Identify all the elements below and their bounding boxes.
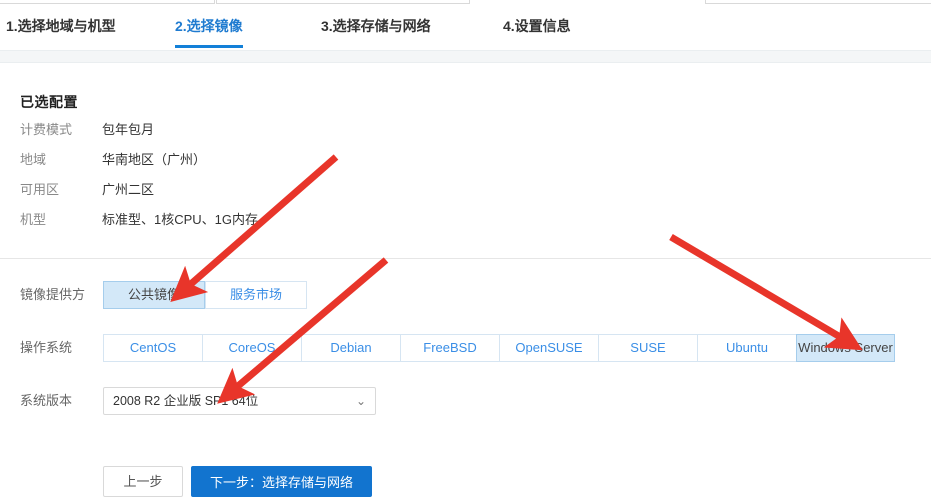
- next-step-button[interactable]: 下一步：选择存储与网络: [191, 466, 373, 497]
- clipped-strip-segment: [216, 0, 470, 4]
- previous-step-button[interactable]: 上一步: [103, 466, 183, 497]
- summary-key: 机型: [20, 212, 47, 227]
- system-version-select[interactable]: 2008 R2 企业版 SP1 64位 ⌄: [103, 387, 376, 415]
- summary-title: 已选配置: [20, 94, 78, 110]
- summary-key: 地域: [20, 152, 47, 167]
- provider-option-service-market[interactable]: 服务市场: [205, 281, 307, 309]
- footer-actions: 上一步 下一步：选择存储与网络: [103, 466, 373, 497]
- section-divider-band: [0, 50, 931, 63]
- summary-row-zone: 可用区 广州二区: [20, 182, 440, 212]
- os-option-windows-server[interactable]: Windows Server: [796, 334, 895, 362]
- step-tab-1[interactable]: 1.选择地域与机型: [6, 16, 116, 45]
- os-option-opensuse[interactable]: OpenSUSE: [499, 334, 598, 362]
- summary-list: 计费模式 包年包月 地域 华南地区（广州） 可用区 广州二区 机型 标准型、1核…: [20, 122, 440, 242]
- os-option-freebsd[interactable]: FreeBSD: [400, 334, 499, 362]
- os-option-centos[interactable]: CentOS: [103, 334, 202, 362]
- summary-value: 标准型、1核CPU、1G内存: [102, 212, 259, 227]
- os-option-coreos[interactable]: CoreOS: [202, 334, 301, 362]
- summary-key: 计费模式: [20, 122, 73, 137]
- operating-system-group[interactable]: CentOS CoreOS Debian FreeBSD OpenSUSE SU…: [103, 334, 895, 362]
- step-nav: 1.选择地域与机型 2.选择镜像 3.选择存储与网络 4.设置信息: [0, 6, 931, 50]
- summary-key: 可用区: [20, 182, 60, 197]
- clipped-strip-segment: [0, 0, 215, 4]
- clipped-strip-segment: [705, 0, 931, 4]
- annotation-overlay: [170, 154, 863, 404]
- step-tab-3[interactable]: 3.选择存储与网络: [321, 16, 431, 45]
- step-tab-4[interactable]: 4.设置信息: [503, 16, 571, 45]
- os-option-debian[interactable]: Debian: [301, 334, 400, 362]
- operating-system-label: 操作系统: [20, 340, 73, 355]
- image-provider-group[interactable]: 公共镜像 服务市场: [103, 281, 307, 309]
- step-tab-2[interactable]: 2.选择镜像: [175, 16, 243, 48]
- summary-row-instance-type: 机型 标准型、1核CPU、1G内存: [20, 212, 440, 242]
- system-version-value: 2008 R2 企业版 SP1 64位: [113, 394, 259, 408]
- provider-option-public-image[interactable]: 公共镜像: [103, 281, 205, 309]
- summary-value: 包年包月: [102, 122, 155, 137]
- form-top-divider: [0, 258, 931, 259]
- summary-row-billing: 计费模式 包年包月: [20, 122, 440, 152]
- summary-value: 广州二区: [102, 182, 155, 197]
- arrow-to-windows-server-icon: [669, 233, 863, 351]
- chevron-down-icon: ⌄: [355, 394, 366, 408]
- summary-value: 华南地区（广州）: [102, 152, 207, 167]
- image-provider-label: 镜像提供方: [20, 287, 86, 302]
- os-option-suse[interactable]: SUSE: [598, 334, 697, 362]
- system-version-label: 系统版本: [20, 393, 73, 408]
- clipped-top-strip: [0, 0, 931, 5]
- summary-row-region: 地域 华南地区（广州）: [20, 152, 440, 182]
- os-option-ubuntu[interactable]: Ubuntu: [697, 334, 796, 362]
- arrow-to-system-version-icon: [217, 257, 389, 404]
